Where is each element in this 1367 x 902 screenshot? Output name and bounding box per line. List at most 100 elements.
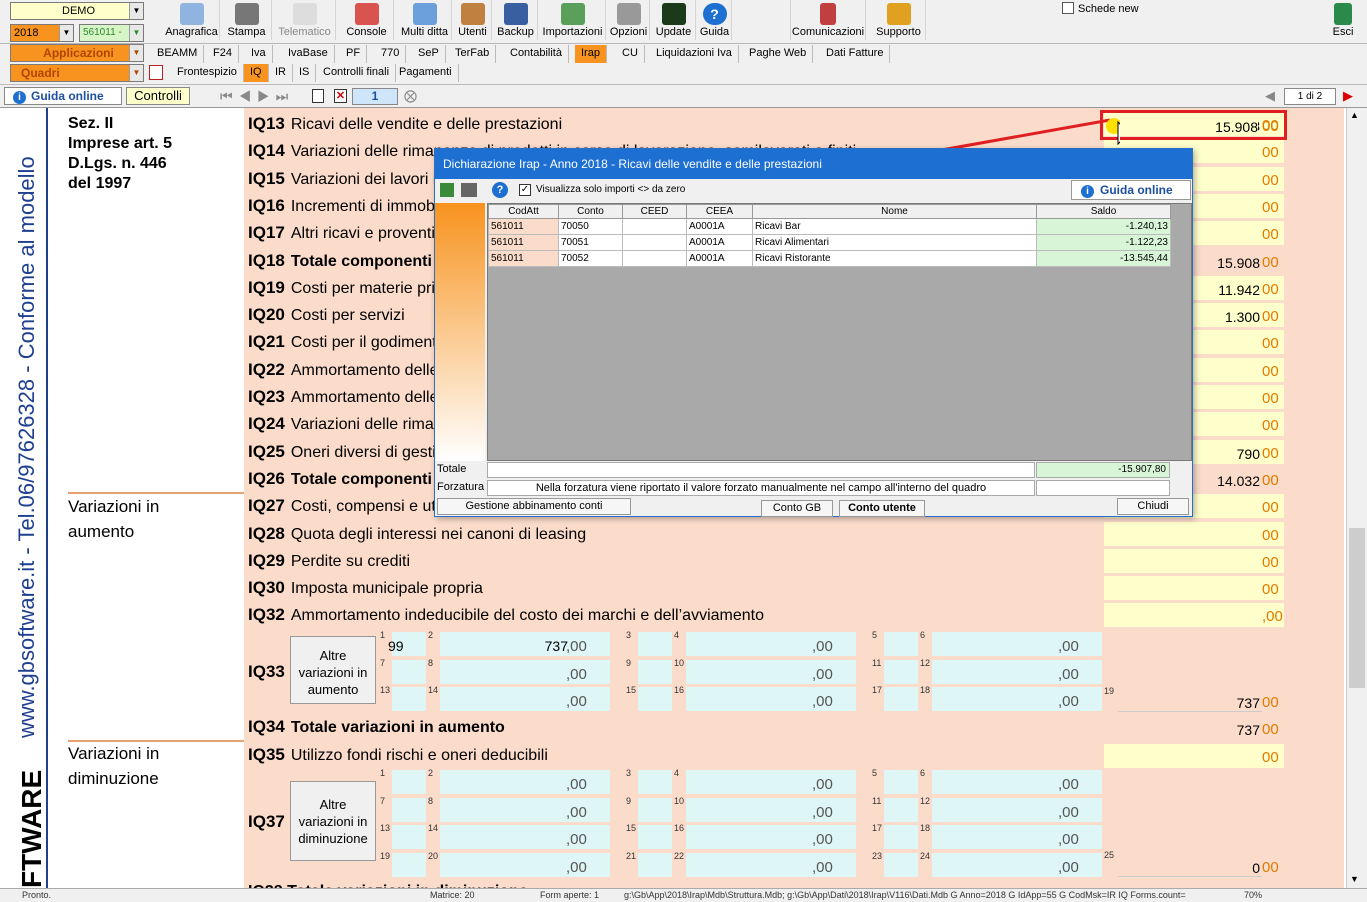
gestione-abbinamento-button[interactable]: Gestione abbinamento conti — [437, 498, 631, 515]
iq32-input[interactable] — [1104, 603, 1284, 628]
variation-cell[interactable] — [392, 659, 426, 684]
variation-cell[interactable] — [638, 797, 672, 822]
variation-cell[interactable] — [392, 825, 426, 849]
solo-importi-checkbox[interactable]: ✓ — [519, 184, 531, 196]
new-page-icon[interactable] — [312, 89, 324, 103]
tab-irap[interactable]: Irap — [575, 45, 607, 63]
variation-cell[interactable] — [638, 825, 672, 849]
quadri-combo[interactable]: Quadri ▼ — [10, 64, 144, 82]
clear-icon[interactable]: ⨂ — [404, 88, 417, 104]
iq35-input[interactable] — [1104, 744, 1284, 768]
scroll-up-icon[interactable]: ▲ — [1350, 110, 1359, 120]
tab-ir[interactable]: IR — [269, 64, 293, 82]
page-input[interactable]: 1 — [352, 88, 398, 105]
chevron-down-icon[interactable]: ▼ — [129, 3, 143, 19]
tab-controlli-finali[interactable]: Controlli finali — [317, 64, 397, 82]
chevron-down-icon[interactable]: ▼ — [129, 45, 143, 61]
prev-icon[interactable]: ◀ — [239, 88, 258, 104]
col-saldo[interactable]: Saldo — [1036, 204, 1171, 219]
variation-cell[interactable] — [884, 797, 918, 822]
console-button[interactable]: Console — [340, 0, 394, 40]
importazioni-button[interactable]: Importazioni — [540, 0, 606, 40]
help-icon[interactable]: ? — [492, 182, 508, 198]
variation-cell[interactable] — [638, 770, 672, 794]
variation-cell[interactable] — [392, 687, 426, 711]
tab-pagamenti[interactable]: Pagamenti — [393, 64, 459, 82]
col-ceed[interactable]: CEED — [622, 204, 687, 219]
variation-cell[interactable] — [884, 632, 918, 656]
esci-button[interactable]: Esci — [1328, 0, 1358, 40]
table-row[interactable]: 561011 70051 A0001A Ricavi Alimentari -1.122… — [488, 234, 1171, 251]
variation-cell[interactable] — [392, 770, 426, 794]
stampa-button[interactable]: Stampa — [222, 0, 272, 40]
chiudi-button[interactable]: Chiudi — [1117, 498, 1189, 515]
variation-cell[interactable] — [884, 659, 918, 684]
next-page-icon[interactable]: ▶ — [1343, 88, 1353, 104]
chevron-down-icon[interactable]: ▼ — [59, 25, 73, 41]
comunicazioni-button[interactable]: Comunicazioni — [790, 0, 866, 40]
vertical-scrollbar[interactable]: ▲ ▼ — [1346, 108, 1367, 888]
tab-dati-fatture[interactable]: Dati Fatture — [820, 45, 891, 63]
export-icon[interactable] — [440, 183, 454, 197]
iq28-input[interactable] — [1104, 521, 1284, 546]
variation-cell[interactable] — [392, 852, 426, 877]
code-combo[interactable]: 561011 - ▼ — [79, 24, 144, 42]
backup-button[interactable]: Backup — [494, 0, 538, 40]
tab-cu[interactable]: CU — [616, 45, 645, 63]
conto-gb-button[interactable]: Conto GB — [761, 500, 833, 517]
last-icon[interactable]: ⏭ — [276, 88, 295, 104]
variation-cell[interactable] — [884, 687, 918, 711]
tab-frontespizio[interactable]: Frontespizio — [171, 64, 244, 82]
tab-iva[interactable]: Iva — [245, 45, 273, 63]
tab-beamm[interactable]: BEAMM — [151, 45, 205, 63]
delete-page-icon[interactable]: ✕ — [334, 89, 347, 103]
variation-cell[interactable] — [884, 852, 918, 877]
chevron-down-icon[interactable]: ▼ — [129, 65, 143, 81]
printer-icon[interactable] — [461, 183, 477, 197]
variation-cell[interactable] — [884, 770, 918, 794]
scroll-down-icon[interactable]: ▼ — [1350, 874, 1359, 884]
applicazioni-combo[interactable]: Applicazioni ▼ — [10, 44, 144, 62]
tab-contabilita[interactable]: Contabilità — [504, 45, 569, 63]
variation-cell[interactable] — [638, 659, 672, 684]
col-codatt[interactable]: CodAtt — [488, 204, 559, 219]
col-nome[interactable]: Nome — [752, 204, 1037, 219]
pdf-icon[interactable] — [149, 65, 163, 80]
tab-ivabase[interactable]: IvaBase — [282, 45, 335, 63]
tab-iq[interactable]: IQ — [244, 64, 269, 82]
update-button[interactable]: Update — [652, 0, 696, 40]
iq33-c2-value[interactable]: 737 — [520, 638, 568, 654]
variation-cell[interactable] — [392, 797, 426, 822]
forzatura-value[interactable] — [1036, 480, 1170, 496]
first-icon[interactable]: ⏮ — [220, 88, 239, 104]
col-ceea[interactable]: CEEA — [686, 204, 753, 219]
year-combo[interactable]: 2018 ▼ — [10, 24, 74, 42]
telematico-button[interactable]: Telematico — [274, 0, 336, 40]
variation-cell[interactable] — [884, 825, 918, 849]
prev-page-icon[interactable]: ◀ — [1265, 88, 1275, 104]
conto-utente-button[interactable]: Conto utente — [839, 500, 925, 517]
guida-online-button[interactable]: i Guida online — [4, 87, 122, 105]
chevron-down-icon[interactable]: ▼ — [129, 25, 143, 41]
next-icon[interactable]: ▶ — [257, 88, 276, 104]
tab-sep[interactable]: SeP — [412, 45, 446, 63]
tab-f24[interactable]: F24 — [207, 45, 239, 63]
tab-terfab[interactable]: TerFab — [449, 45, 497, 63]
scroll-thumb[interactable] — [1349, 528, 1365, 688]
guida-button[interactable]: ? Guida — [698, 0, 732, 40]
supporto-button[interactable]: Supporto — [872, 0, 926, 40]
tab-pf[interactable]: PF — [340, 45, 368, 63]
iq30-input[interactable] — [1104, 576, 1284, 601]
company-combo[interactable]: DEMO ▼ — [10, 2, 144, 20]
tab-is[interactable]: IS — [293, 64, 317, 82]
anagrafica-button[interactable]: Anagrafica — [164, 0, 220, 40]
tab-770[interactable]: 770 — [375, 45, 407, 63]
controlli-button[interactable]: Controlli — [126, 87, 190, 105]
variation-cell[interactable] — [638, 852, 672, 877]
variation-cell[interactable] — [638, 632, 672, 656]
variation-cell[interactable] — [638, 687, 672, 711]
checkbox-box[interactable] — [1062, 2, 1074, 14]
iq29-input[interactable] — [1104, 548, 1284, 573]
dialog-guida-online-button[interactable]: i Guida online — [1071, 180, 1191, 200]
tab-paghe-web[interactable]: Paghe Web — [743, 45, 814, 63]
